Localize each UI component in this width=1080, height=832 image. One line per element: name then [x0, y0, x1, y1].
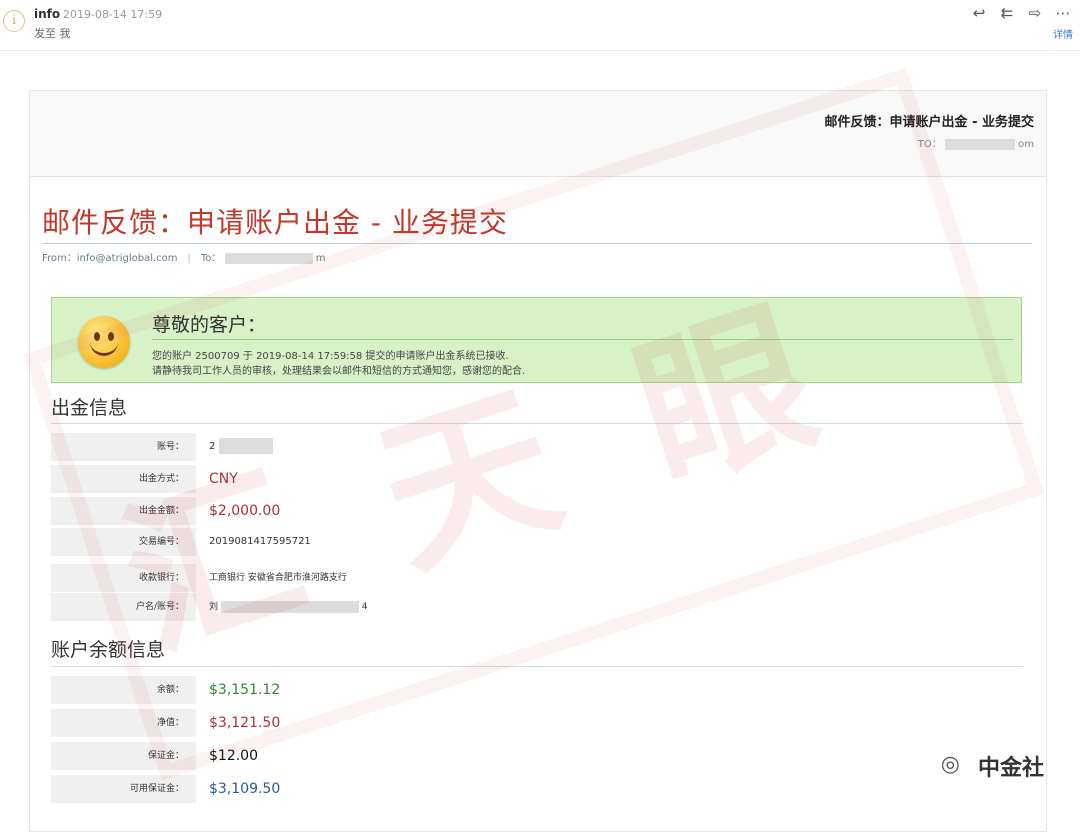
equity-value: $3,121.50: [209, 715, 281, 731]
table-row: 账号： 2: [51, 433, 1023, 461]
greeting-line-2: 请静待我司工作人员的审核，处理结果会以邮件和短信的方式通知您，感谢您的配合.: [152, 366, 526, 377]
title-divider: [42, 243, 1032, 244]
free-margin-value: $3,109.50: [209, 781, 281, 797]
details-link[interactable]: 详情: [1053, 26, 1073, 41]
row-label: 净值：: [51, 709, 196, 737]
reply-icon[interactable]: ↩: [970, 4, 988, 22]
band-to-prefix: TO：: [917, 139, 942, 150]
brand-logo: 中金社: [977, 756, 1044, 781]
margin-value: $12.00: [209, 748, 258, 764]
table-row: 交易编号： 2019081417595721: [51, 528, 1023, 556]
greeting-divider: [152, 339, 1014, 340]
table-row: 净值： $3,121.50: [51, 709, 1023, 737]
section-title-balance: 账户余额信息: [51, 639, 166, 661]
table-row: 余额： $3,151.12: [51, 676, 1023, 704]
row-label: 余额：: [51, 676, 196, 704]
table-row: 出金方式： CNY: [51, 465, 1023, 493]
receiving-bank: 工商银行 安徽省合肥市淮河路支行: [209, 573, 347, 583]
recipient-line: 发至 我: [34, 27, 71, 40]
band-to: TO： om: [918, 135, 1034, 150]
email-top-band: 邮件反馈：申请账户出金 - 业务提交 TO： om: [30, 91, 1046, 177]
balance-value: $3,151.12: [209, 682, 281, 698]
row-label: 收款银行：: [51, 564, 196, 592]
sender-name[interactable]: info: [34, 7, 60, 21]
band-to-suffix: om: [1018, 139, 1034, 150]
section-divider: [51, 423, 1023, 424]
holder-name: 刘: [209, 602, 219, 612]
section-divider: [51, 666, 1023, 667]
from-to-line: From：info@atriglobal.com | To： m: [42, 252, 326, 264]
greeting-box: 尊敬的客户： 您的账户 2500709 于 2019-08-14 17:59:5…: [51, 297, 1022, 383]
account-number: 2: [209, 441, 216, 452]
transaction-id: 2019081417595721: [209, 536, 311, 547]
to-suffix: m: [315, 253, 326, 264]
greeting-line-1: 您的账户 2500709 于 2019-08-14 17:59:58 提交的申请…: [152, 351, 509, 362]
table-row: 户名/账号： 刘 4: [51, 593, 1023, 621]
header-actions: ↩ ⇇ ⇨ ⋯: [970, 4, 1072, 22]
table-row: 收款银行： 工商银行 安徽省合肥市淮河路支行: [51, 564, 1023, 592]
smiley-icon: [78, 316, 130, 368]
page-title: 邮件反馈：申请账户出金 - 业务提交: [42, 206, 508, 239]
withdraw-method: CNY: [209, 471, 238, 487]
mail-header: i info 2019-08-14 17:59 发至 我 ↩ ⇇ ⇨ ⋯ 详情: [0, 0, 1080, 51]
table-row: 保证金： $12.00: [51, 742, 1023, 770]
row-label: 保证金：: [51, 742, 196, 770]
redacted-to: [224, 252, 313, 264]
row-value: 2: [209, 433, 273, 461]
withdraw-amount: $2,000.00: [209, 503, 281, 519]
sender-avatar[interactable]: i: [3, 10, 25, 32]
band-title: 邮件反馈：申请账户出金 - 业务提交: [824, 115, 1034, 130]
redacted-holder: [220, 600, 359, 613]
account-holder: 刘 4: [209, 593, 368, 621]
table-row: 出金金额： $2,000.00: [51, 497, 1023, 525]
row-label: 交易编号：: [51, 528, 196, 556]
to-label: To：: [200, 253, 222, 264]
row-label: 账号：: [51, 433, 196, 461]
row-label: 可用保证金：: [51, 775, 196, 803]
redacted-account: [218, 438, 273, 454]
redacted-email: [944, 138, 1015, 150]
holder-suffix: 4: [361, 602, 368, 612]
forward-icon[interactable]: ⇨: [1026, 4, 1044, 22]
email-body: 邮件反馈：申请账户出金 - 业务提交 TO： om 邮件反馈：申请账户出金 - …: [29, 90, 1047, 832]
row-label: 出金金额：: [51, 497, 196, 525]
reply-all-icon[interactable]: ⇇: [998, 4, 1016, 22]
more-icon[interactable]: ⋯: [1054, 4, 1072, 22]
sent-datetime: 2019-08-14 17:59: [63, 8, 163, 21]
wechat-icon: ◎: [940, 752, 960, 777]
greeting-title: 尊敬的客户：: [152, 314, 267, 336]
row-label: 户名/账号：: [51, 593, 196, 621]
from-address[interactable]: From：info@atriglobal.com: [42, 253, 178, 264]
section-title-withdrawal: 出金信息: [51, 397, 128, 419]
table-row: 可用保证金： $3,109.50: [51, 775, 1023, 803]
row-label: 出金方式：: [51, 465, 196, 493]
